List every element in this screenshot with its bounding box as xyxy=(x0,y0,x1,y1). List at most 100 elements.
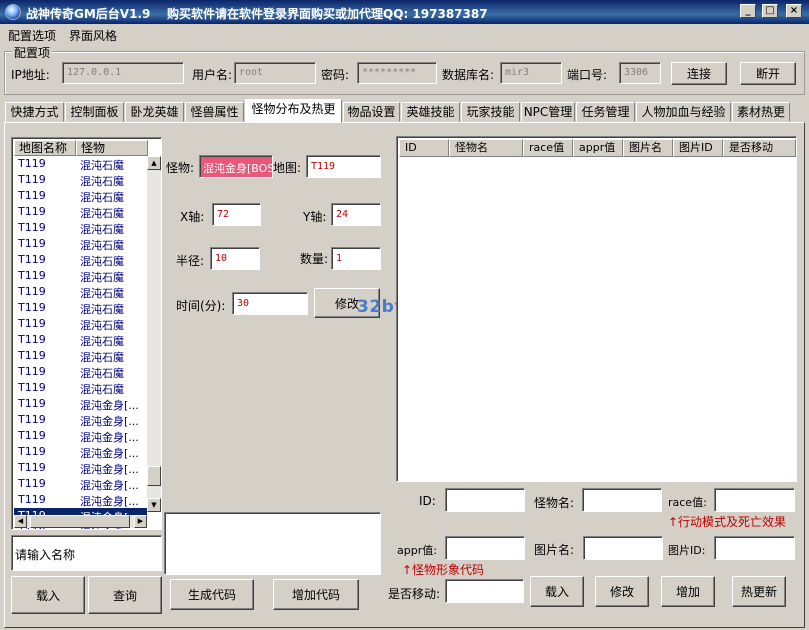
tab-monster-attributes[interactable]: 怪兽属性 xyxy=(185,102,244,122)
monster-list[interactable]: 地图名称 怪物 T119 混沌石魔 T119 混沌石魔 T119 混沌石魔 T119 混沌石魔… xyxy=(11,137,162,530)
grid-header-name[interactable]: 怪物名 xyxy=(449,139,523,157)
list-item[interactable]: T119 混沌石魔 xyxy=(14,332,147,348)
tab-npc-management[interactable]: NPC管理 xyxy=(521,102,575,122)
time-field[interactable]: 30 xyxy=(232,292,308,315)
list-item[interactable]: T119 混沌金身[... xyxy=(14,396,147,412)
pic-id-field[interactable] xyxy=(714,536,795,560)
list-item[interactable]: T119 混沌石魔 xyxy=(14,268,147,284)
list-item[interactable]: T119 混沌石魔 xyxy=(14,172,147,188)
tab-wolong-hero[interactable]: 卧龙英雄 xyxy=(125,102,184,122)
code-output-textarea[interactable] xyxy=(164,512,381,575)
hscroll-thumb[interactable] xyxy=(30,515,130,528)
monster-field[interactable]: 混沌金身[BOS xyxy=(199,155,273,178)
menu-ui-style[interactable]: 界面风格 xyxy=(69,27,117,44)
list-cell-map: T119 xyxy=(18,493,46,506)
list-item[interactable]: T119 混沌石魔 xyxy=(14,364,147,380)
grid-header-movable[interactable]: 是否移动 xyxy=(723,139,796,157)
list-item[interactable]: T119 混沌石魔 xyxy=(14,284,147,300)
appr-field[interactable] xyxy=(445,536,525,560)
maximize-button[interactable]: □ xyxy=(762,4,778,18)
tab-player-skills[interactable]: 玩家技能 xyxy=(461,102,520,122)
y-field[interactable]: 24 xyxy=(331,203,381,226)
disconnect-button[interactable]: 断开 xyxy=(740,62,796,85)
list-item[interactable]: T119 混沌金身[... xyxy=(14,460,147,476)
list-cell-map: T119 xyxy=(18,381,46,394)
list-cell-map: T119 xyxy=(18,317,46,330)
npc-load-button[interactable]: 载入 xyxy=(530,576,584,607)
list-item[interactable]: T119 混沌石魔 xyxy=(14,252,147,268)
list-cell-map: T119 xyxy=(18,445,46,458)
pic-name-label: 图片名: xyxy=(534,543,575,557)
query-button[interactable]: 查询 xyxy=(88,576,162,614)
grid-header-pic-id[interactable]: 图片ID xyxy=(673,139,723,157)
id-field[interactable] xyxy=(445,488,525,512)
grid-header-id[interactable]: ID xyxy=(399,139,449,157)
ip-field[interactable]: 127.0.0.1 xyxy=(62,62,184,84)
port-field[interactable]: 3306 xyxy=(619,62,661,84)
tab-item-settings[interactable]: 物品设置 xyxy=(343,102,400,122)
list-item[interactable]: T119 混沌金身[... xyxy=(14,476,147,492)
port-label: 端口号: xyxy=(567,68,608,82)
grid-header-appr[interactable]: appr值 xyxy=(573,139,623,157)
minimize-button[interactable]: _ xyxy=(740,4,756,18)
db-field[interactable]: mir3 xyxy=(500,62,562,84)
password-field[interactable]: ********* xyxy=(357,62,437,84)
list-item[interactable]: T119 混沌石魔 xyxy=(14,300,147,316)
tab-task-management[interactable]: 任务管理 xyxy=(576,102,635,122)
list-header-map[interactable]: 地图名称 xyxy=(14,140,76,156)
name-field[interactable] xyxy=(582,488,662,512)
list-cell-monster: 混沌石魔 xyxy=(80,271,124,284)
map-field[interactable]: T119 xyxy=(306,155,381,178)
list-item[interactable]: T119 混沌石魔 xyxy=(14,380,147,396)
connect-button[interactable]: 连接 xyxy=(671,62,727,85)
list-item[interactable]: T119 混沌石魔 xyxy=(14,188,147,204)
scroll-right-arrow-icon[interactable]: ▶ xyxy=(134,515,147,528)
race-field[interactable] xyxy=(714,488,795,512)
tab-hp-exp[interactable]: 人物加血与经验 xyxy=(636,102,731,122)
movable-field[interactable] xyxy=(445,579,524,603)
x-field[interactable]: 72 xyxy=(212,203,261,226)
map-label: 地图: xyxy=(273,161,302,175)
tab-assets-hot-update[interactable]: 素材热更 xyxy=(732,102,790,122)
pic-name-field[interactable] xyxy=(583,536,663,560)
time-label: 时间(分): xyxy=(176,299,226,313)
list-item[interactable]: T119 混沌金身[... xyxy=(14,492,147,508)
list-item[interactable]: T119 混沌石魔 xyxy=(14,236,147,252)
list-item[interactable]: T119 混沌金身[... xyxy=(14,412,147,428)
list-header-monster[interactable]: 怪物 xyxy=(76,140,148,156)
list-item[interactable]: T119 混沌石魔 xyxy=(14,220,147,236)
load-button[interactable]: 载入 xyxy=(11,576,85,614)
list-cell-monster: 混沌石魔 xyxy=(80,207,124,220)
list-item[interactable]: T119 混沌金身[... xyxy=(14,444,147,460)
generate-code-button[interactable]: 生成代码 xyxy=(170,579,254,610)
scroll-down-arrow-icon[interactable]: ▼ xyxy=(147,498,161,512)
list-item[interactable]: T119 混沌石魔 xyxy=(14,348,147,364)
list-item[interactable]: T119 混沌石魔 xyxy=(14,156,147,172)
tab-hero-skills[interactable]: 英雄技能 xyxy=(401,102,460,122)
radius-field[interactable]: 10 xyxy=(210,247,260,270)
scroll-thumb[interactable] xyxy=(147,466,161,486)
monster-name-input[interactable]: 请输入名称 xyxy=(11,535,162,571)
tab-control-panel[interactable]: 控制面板 xyxy=(65,102,124,122)
add-code-button[interactable]: 增加代码 xyxy=(273,579,359,610)
monster-db-grid[interactable]: ID 怪物名 race值 appr值 图片名 图片ID 是否移动 xyxy=(396,136,797,482)
race-hint: ↑行动模式及死亡效果 xyxy=(668,515,787,529)
scroll-up-arrow-icon[interactable]: ▲ xyxy=(147,156,161,170)
hot-update-button[interactable]: 热更新 xyxy=(732,576,786,607)
grid-header-race[interactable]: race值 xyxy=(523,139,573,157)
scroll-left-arrow-icon[interactable]: ◀ xyxy=(14,515,27,528)
menu-config-options[interactable]: 配置选项 xyxy=(8,27,56,44)
count-field[interactable]: 1 xyxy=(331,247,381,270)
tab-monster-distribution[interactable]: 怪物分布及热更 xyxy=(245,99,342,123)
list-item[interactable]: T119 混沌石魔 xyxy=(14,316,147,332)
user-field[interactable]: root xyxy=(234,62,316,84)
list-vertical-scrollbar[interactable] xyxy=(147,156,161,512)
list-cell-map: T119 xyxy=(18,477,46,490)
npc-modify-button[interactable]: 修改 xyxy=(595,576,649,607)
tab-shortcuts[interactable]: 快捷方式 xyxy=(5,102,64,122)
list-item[interactable]: T119 混沌石魔 xyxy=(14,204,147,220)
grid-header-pic-name[interactable]: 图片名 xyxy=(623,139,673,157)
list-item[interactable]: T119 混沌金身[... xyxy=(14,428,147,444)
close-button[interactable]: × xyxy=(786,4,802,18)
npc-add-button[interactable]: 增加 xyxy=(661,576,715,607)
